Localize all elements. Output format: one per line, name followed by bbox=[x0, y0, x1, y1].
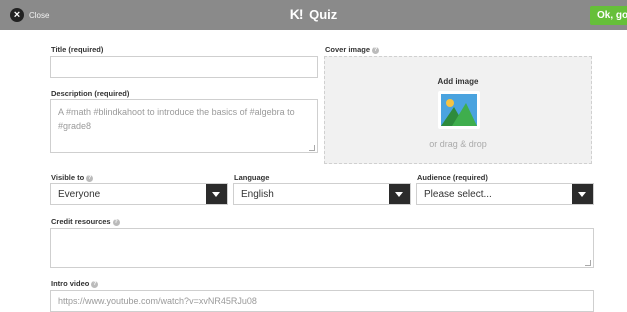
top-bar: × Close K! Quiz Ok, go bbox=[0, 0, 627, 30]
cover-image-dropzone[interactable]: Add image or drag & drop bbox=[324, 56, 592, 164]
language-select[interactable]: English bbox=[233, 183, 411, 205]
visible-to-value: Everyone bbox=[58, 189, 101, 200]
language-label: Language bbox=[234, 173, 270, 182]
visible-to-label-text: Visible to bbox=[51, 173, 85, 182]
help-icon[interactable]: ? bbox=[91, 280, 99, 288]
app-title-text: Quiz bbox=[309, 7, 338, 22]
ok-go-button[interactable]: Ok, go bbox=[590, 6, 627, 25]
help-icon[interactable]: ? bbox=[86, 174, 94, 182]
audience-select[interactable]: Please select... bbox=[416, 183, 594, 205]
help-icon[interactable]: ? bbox=[372, 46, 380, 54]
credit-resources-textarea[interactable] bbox=[50, 228, 594, 268]
description-textarea[interactable]: A #math #blindkahoot to introduce the ba… bbox=[50, 99, 318, 153]
audience-value: Please select... bbox=[424, 189, 492, 200]
description-label: Description (required) bbox=[51, 89, 130, 98]
visible-to-label: Visible to? bbox=[51, 173, 94, 182]
chevron-down-icon[interactable] bbox=[206, 184, 227, 204]
title-label: Title (required) bbox=[51, 45, 104, 54]
chevron-down-icon[interactable] bbox=[572, 184, 593, 204]
cover-image-label: Cover image? bbox=[325, 45, 380, 54]
kahoot-logo: K! bbox=[289, 6, 304, 22]
resize-handle-icon[interactable] bbox=[309, 145, 315, 151]
add-image-button[interactable]: Add image bbox=[325, 77, 591, 86]
resize-handle-icon[interactable] bbox=[585, 260, 591, 266]
help-icon[interactable]: ? bbox=[112, 218, 120, 226]
cover-image-label-text: Cover image bbox=[325, 45, 371, 54]
image-placeholder-icon[interactable] bbox=[438, 91, 480, 129]
visible-to-select[interactable]: Everyone bbox=[50, 183, 228, 205]
title-input[interactable] bbox=[50, 56, 318, 78]
credit-resources-label-text: Credit resources bbox=[51, 217, 111, 226]
audience-label: Audience (required) bbox=[417, 173, 488, 182]
intro-video-label: Intro video? bbox=[51, 279, 99, 288]
credit-resources-label: Credit resources? bbox=[51, 217, 120, 226]
drag-drop-hint: or drag & drop bbox=[429, 139, 487, 149]
intro-video-input[interactable]: https://www.youtube.com/watch?v=xvNR45RJ… bbox=[50, 290, 594, 312]
app-title: K! Quiz bbox=[0, 6, 627, 22]
intro-video-placeholder: https://www.youtube.com/watch?v=xvNR45RJ… bbox=[58, 296, 257, 306]
intro-video-label-text: Intro video bbox=[51, 279, 90, 288]
language-value: English bbox=[241, 189, 274, 200]
description-placeholder: A #math #blindkahoot to introduce the ba… bbox=[58, 107, 295, 131]
chevron-down-icon[interactable] bbox=[389, 184, 410, 204]
